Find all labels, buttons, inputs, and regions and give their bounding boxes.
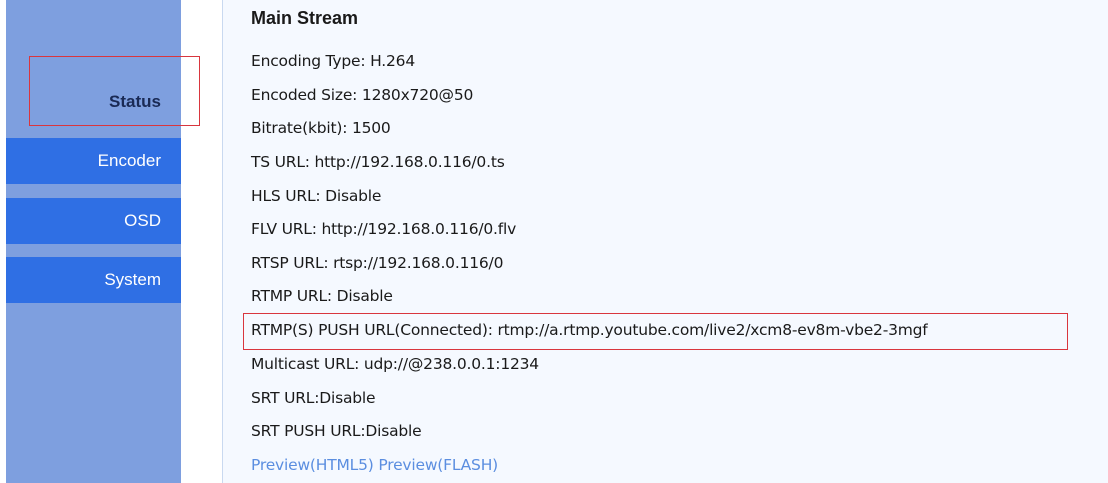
- rtsp-url: RTSP URL: rtsp://192.168.0.116/0: [251, 254, 504, 272]
- encoding-type: Encoding Type: H.264: [251, 52, 416, 70]
- preview-flash-link[interactable]: Preview(FLASH): [378, 456, 498, 474]
- sidebar-item-status[interactable]: Status: [6, 88, 181, 116]
- page-title: Main Stream: [251, 8, 359, 28]
- encoded-size: Encoded Size: 1280x720@50: [251, 86, 474, 104]
- sidebar-item-encoder[interactable]: Encoder: [6, 138, 181, 184]
- multicast-url: Multicast URL: udp://@238.0.0.1:1234: [251, 355, 539, 373]
- bitrate: Bitrate(kbit): 1500: [251, 119, 391, 137]
- app-root: Status Encoder OSD System Main Stream En…: [0, 0, 1108, 483]
- flv-url: FLV URL: http://192.168.0.116/0.flv: [251, 220, 517, 238]
- preview-html5-link[interactable]: Preview(HTML5): [251, 456, 374, 474]
- sidebar: Status Encoder OSD System: [6, 0, 181, 483]
- main-content: Main Stream Encoding Type: H.264 Encoded…: [222, 0, 1108, 483]
- sidebar-item-system[interactable]: System: [6, 257, 181, 303]
- rtmp-url: RTMP URL: Disable: [251, 287, 393, 305]
- rtmp-push-url: RTMP(S) PUSH URL(Connected): rtmp://a.rt…: [251, 321, 928, 339]
- hls-url: HLS URL: Disable: [251, 187, 382, 205]
- srt-url: SRT URL:Disable: [251, 389, 376, 407]
- preview-links: Preview(HTML5) Preview(FLASH): [251, 456, 498, 474]
- srt-push-url: SRT PUSH URL:Disable: [251, 422, 422, 440]
- sidebar-item-osd[interactable]: OSD: [6, 198, 181, 244]
- ts-url: TS URL: http://192.168.0.116/0.ts: [251, 153, 505, 171]
